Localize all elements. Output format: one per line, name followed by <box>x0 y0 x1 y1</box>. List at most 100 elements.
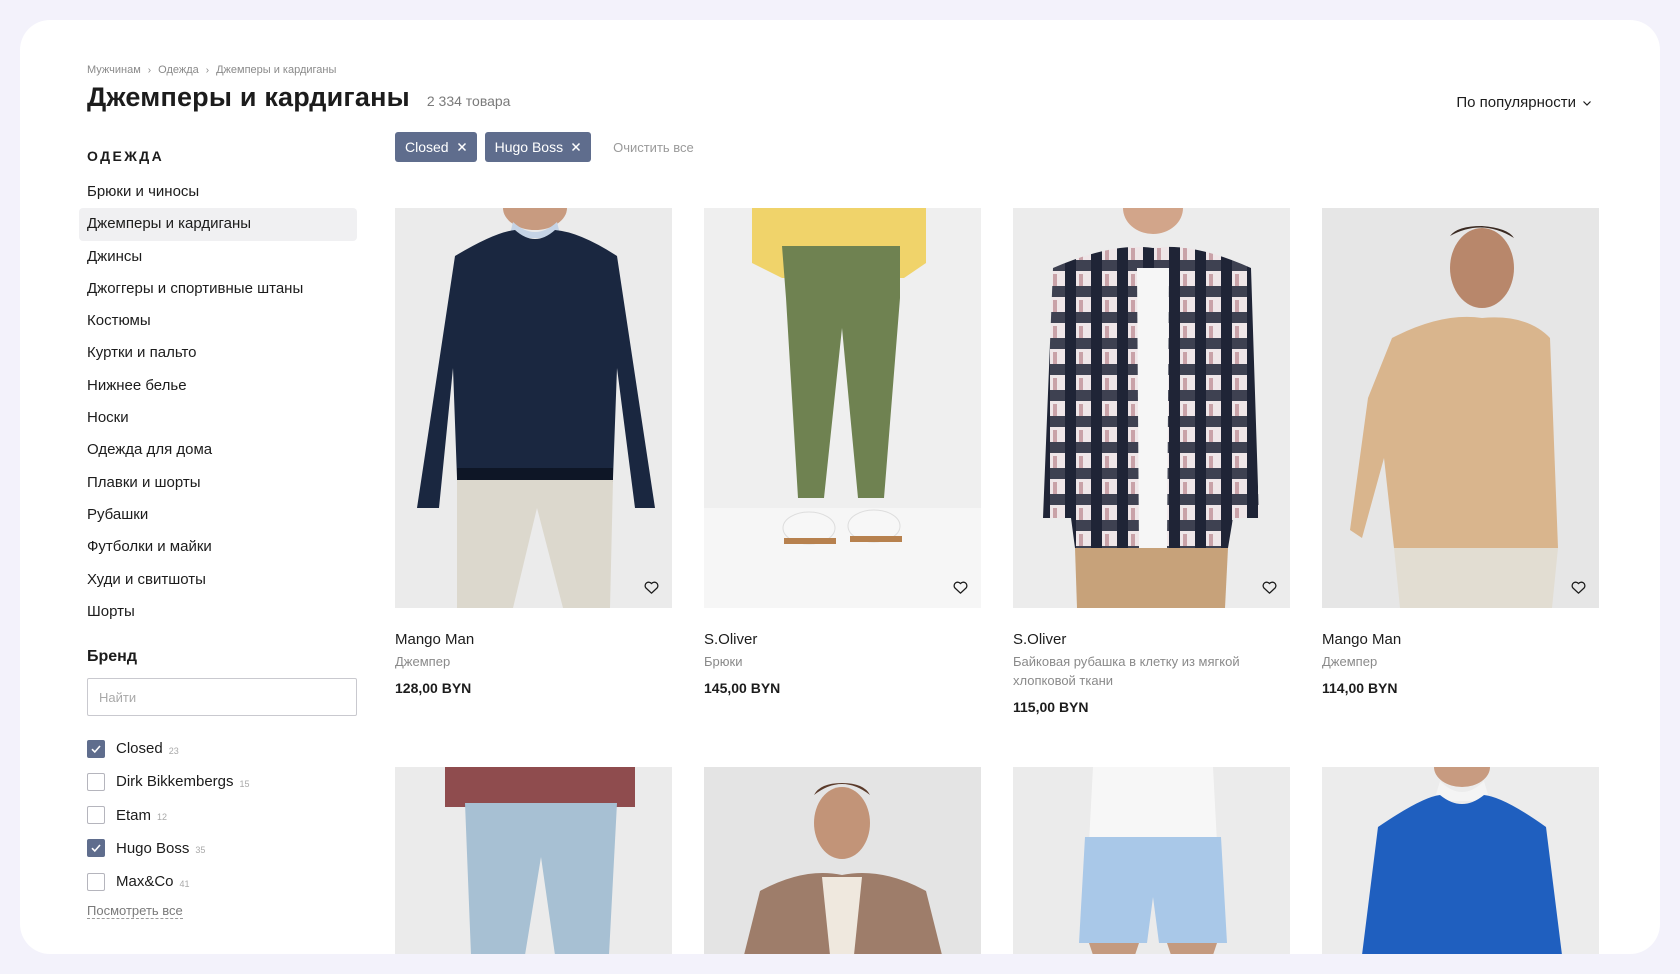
sort-dropdown[interactable]: По популярности <box>1456 94 1592 111</box>
product-card[interactable] <box>395 767 672 954</box>
brand-name: Etam <box>116 806 152 824</box>
category-item[interactable]: Брюки и чиносы <box>79 176 357 208</box>
sidebar: ОДЕЖДА Брюки и чиносы Джемперы и кардига… <box>79 148 357 920</box>
brand-checkbox[interactable] <box>87 872 105 891</box>
product-photo-olive-chinos <box>704 208 981 608</box>
page-frame: Мужчинам › Одежда › Джемперы и кардиганы… <box>20 20 1660 954</box>
category-item[interactable]: Костюмы <box>79 305 357 337</box>
category-item[interactable]: Джинсы <box>79 241 357 273</box>
category-item[interactable]: Куртки и пальто <box>79 337 357 369</box>
title-row: Джемперы и кардиганы 2 334 товара <box>87 82 510 113</box>
brand-checkbox[interactable] <box>87 806 105 825</box>
brand-option[interactable]: Max&Co 41 <box>87 865 357 898</box>
brand-name: Closed <box>116 740 163 758</box>
filter-chip-label: Hugo Boss <box>494 139 564 155</box>
breadcrumb-link-clothing[interactable]: Одежда <box>158 64 199 76</box>
brand-list: Closed 23 Dirk Bikkembergs 15 Etam 12 Hu… <box>87 732 357 898</box>
product-price: 114,00 BYN <box>1322 680 1398 696</box>
category-heading: ОДЕЖДА <box>87 148 165 164</box>
brand-option[interactable]: Etam 12 <box>87 799 357 832</box>
page-title: Джемперы и кардиганы <box>87 82 410 112</box>
category-item[interactable]: Худи и свитшоты <box>79 564 357 596</box>
breadcrumb: Мужчинам › Одежда › Джемперы и кардиганы <box>87 64 336 76</box>
heart-icon[interactable] <box>1261 579 1278 596</box>
product-photo-beige-sweater <box>1322 208 1599 608</box>
product-card[interactable]: Mango Man Джемпер 128,00 BYN <box>395 208 672 696</box>
close-icon[interactable] <box>571 142 581 152</box>
brand-name: Hugo Boss <box>116 839 190 857</box>
checkmark-icon <box>91 844 101 853</box>
brand-heading: Бренд <box>87 648 137 666</box>
product-brand: S.Oliver <box>704 631 758 648</box>
filter-chip-label: Closed <box>405 139 449 155</box>
brand-option[interactable]: Hugo Boss 35 <box>87 832 357 865</box>
product-image[interactable] <box>395 208 672 608</box>
brand-name: Dirk Bikkembergs <box>116 773 234 791</box>
close-icon[interactable] <box>457 142 467 152</box>
product-image[interactable] <box>1322 208 1599 608</box>
sort-label: По популярности <box>1456 94 1576 111</box>
category-item[interactable]: Шорты <box>79 596 357 628</box>
category-item-active[interactable]: Джемперы и кардиганы <box>79 208 357 241</box>
product-card[interactable] <box>1013 767 1290 954</box>
product-image[interactable] <box>704 767 981 954</box>
product-photo-navy-sweater <box>395 208 672 608</box>
product-price: 128,00 BYN <box>395 680 472 696</box>
product-photo-light-blue-shorts <box>1013 767 1290 954</box>
heart-icon[interactable] <box>643 579 660 596</box>
product-image[interactable] <box>704 208 981 608</box>
brand-checkbox[interactable] <box>87 839 105 858</box>
product-card[interactable]: Mango Man Джемпер 114,00 BYN <box>1322 208 1599 696</box>
product-card[interactable]: S.Oliver Брюки 145,00 BYN <box>704 208 981 696</box>
filter-chip[interactable]: Closed <box>395 132 477 162</box>
category-item[interactable]: Одежда для дома <box>79 434 357 466</box>
product-photo-light-jeans <box>395 767 672 954</box>
see-all-brands-link[interactable]: Посмотреть все <box>87 904 183 920</box>
checkmark-icon <box>91 745 101 753</box>
product-image[interactable] <box>1013 208 1290 608</box>
category-item[interactable]: Джоггеры и спортивные штаны <box>79 273 357 305</box>
product-type: Брюки <box>704 654 743 669</box>
product-count: 2 334 товара <box>426 93 511 109</box>
product-type: Джемпер <box>395 654 451 669</box>
brand-option[interactable]: Closed 23 <box>87 732 357 765</box>
category-item[interactable]: Плавки и шорты <box>79 467 357 499</box>
category-item[interactable]: Футболки и майки <box>79 531 357 563</box>
brand-count: 35 <box>195 845 206 856</box>
category-item[interactable]: Носки <box>79 402 357 434</box>
category-item[interactable]: Нижнее белье <box>79 370 357 402</box>
product-image[interactable] <box>395 767 672 954</box>
product-card[interactable] <box>704 767 981 954</box>
brand-count: 41 <box>179 878 190 889</box>
heart-icon[interactable] <box>1570 579 1587 596</box>
product-price: 145,00 BYN <box>704 680 781 696</box>
brand-name: Max&Co <box>116 873 174 890</box>
product-image[interactable] <box>1013 767 1290 954</box>
active-filters: Closed Hugo Boss Очистить все <box>395 132 694 162</box>
product-type: Джемпер <box>1322 654 1378 669</box>
product-image[interactable] <box>1322 767 1599 954</box>
chevron-right-icon: › <box>147 64 152 76</box>
category-item[interactable]: Рубашки <box>79 499 357 531</box>
brand-option[interactable]: Dirk Bikkembergs 15 <box>87 765 357 798</box>
breadcrumb-current: Джемперы и кардиганы <box>216 64 337 76</box>
brand-checkbox[interactable] <box>87 772 105 791</box>
brand-count: 12 <box>157 812 168 823</box>
filter-chip[interactable]: Hugo Boss <box>484 132 592 162</box>
product-photo-blue-sweater <box>1322 767 1599 954</box>
product-price: 115,00 BYN <box>1013 699 1089 715</box>
product-card[interactable]: S.Oliver Байковая рубашка в клетку из мя… <box>1013 208 1290 715</box>
product-photo-plaid-shirt <box>1013 208 1290 608</box>
product-brand: Mango Man <box>1322 631 1402 648</box>
product-card[interactable] <box>1322 767 1599 954</box>
brand-search-input[interactable] <box>87 678 357 717</box>
chevron-down-icon <box>1583 100 1591 106</box>
product-brand: S.Oliver <box>1013 631 1067 648</box>
heart-icon[interactable] <box>952 579 969 596</box>
brand-checkbox[interactable] <box>87 739 105 758</box>
product-type: Байковая рубашка в клетку из мягкой хлоп… <box>1013 654 1240 688</box>
breadcrumb-link-men[interactable]: Мужчинам <box>87 64 141 76</box>
clear-all-filters-link[interactable]: Очистить все <box>613 140 694 155</box>
category-list: Брюки и чиносы Джемперы и кардиганы Джин… <box>79 176 357 628</box>
chevron-right-icon: › <box>205 64 210 76</box>
